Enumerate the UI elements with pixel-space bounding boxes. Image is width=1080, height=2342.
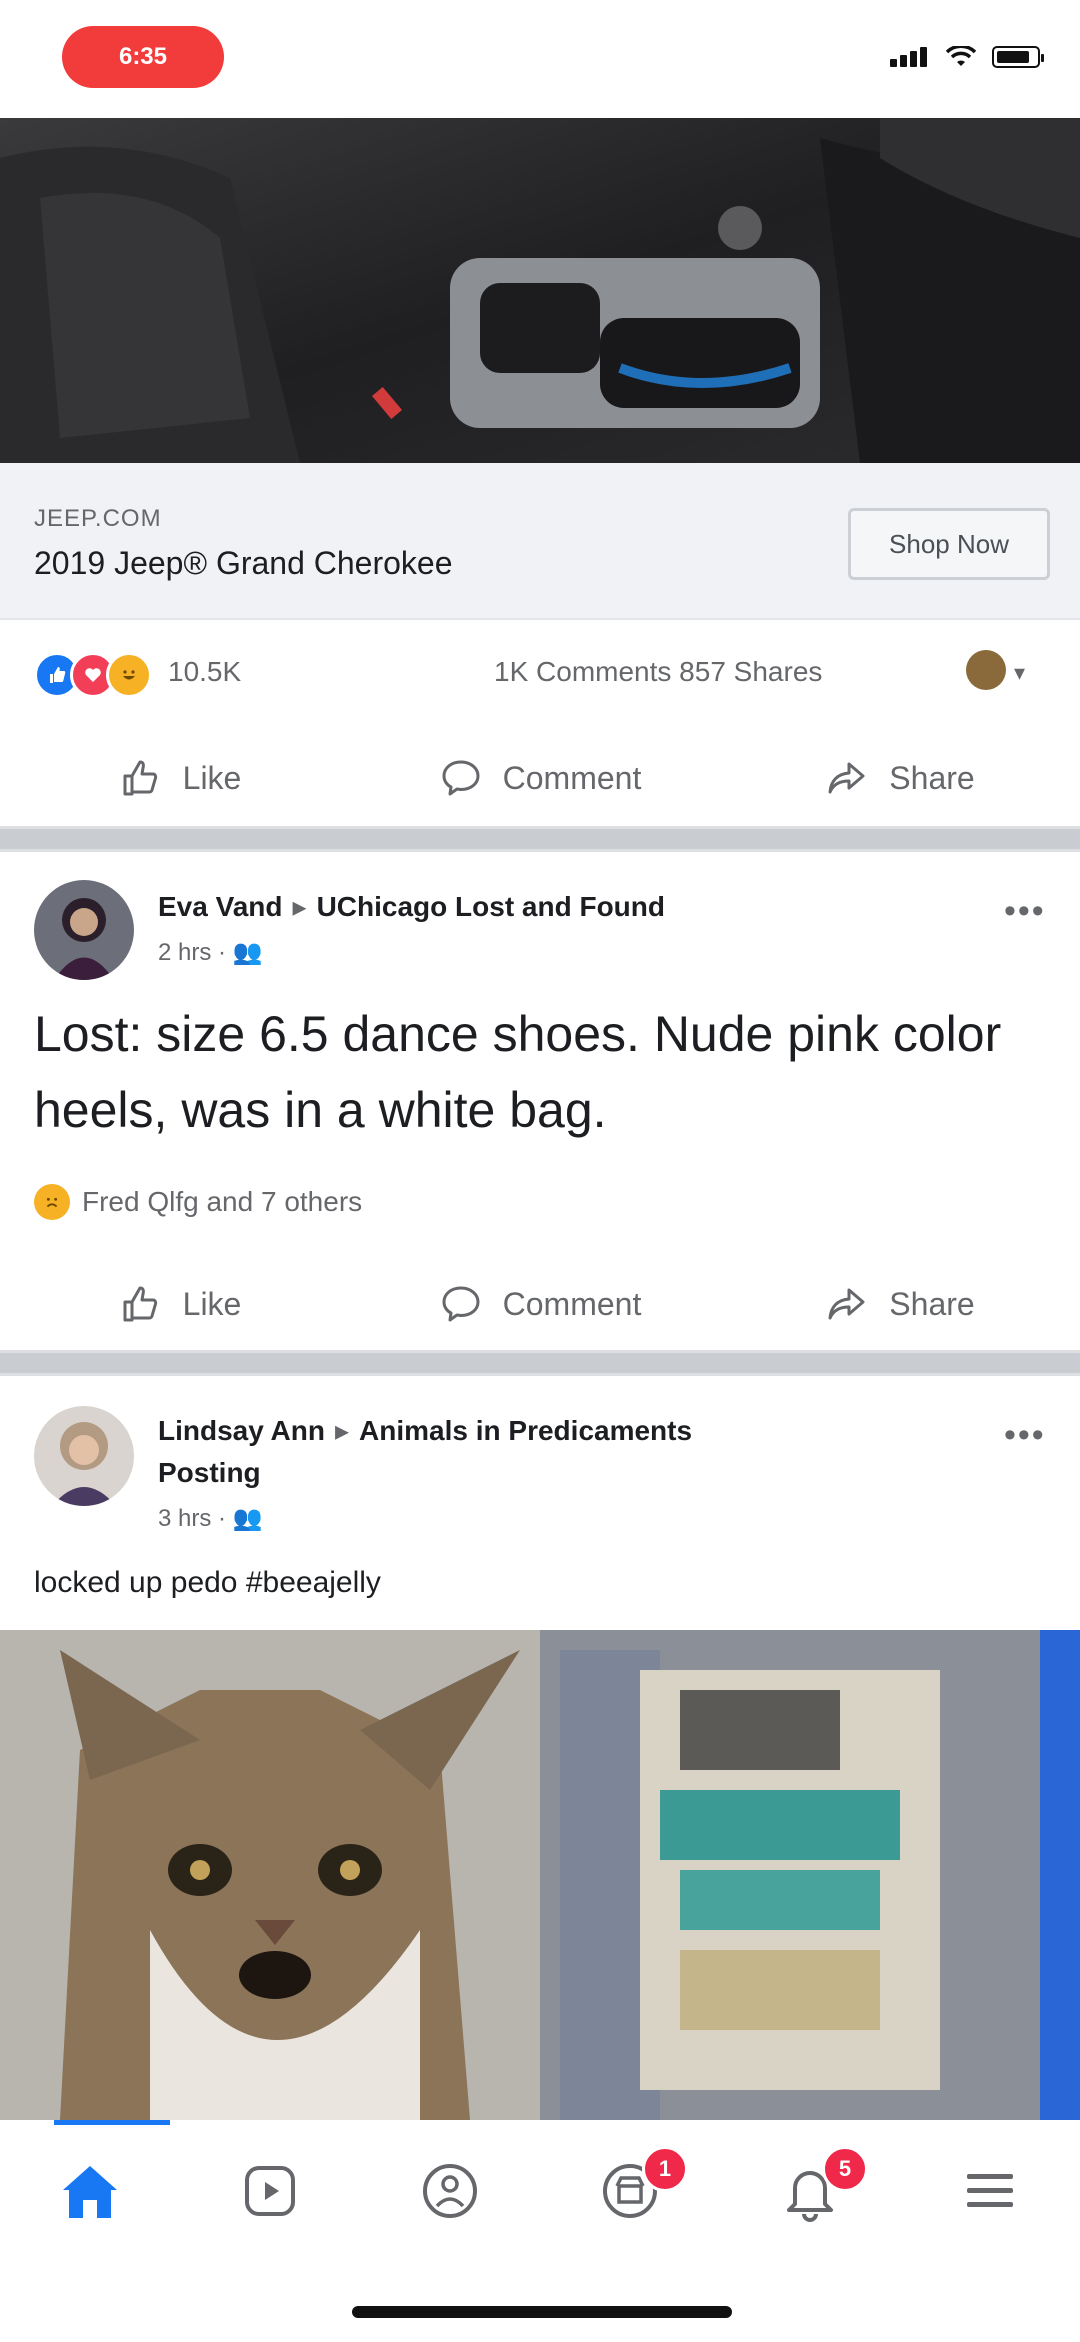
post-header[interactable]: Lindsay Ann ▸ Animals in Predicaments Post… xyxy=(158,1410,978,1494)
groups-icon xyxy=(423,2164,477,2218)
bottom-tab-bar: 1 5 xyxy=(0,2120,1080,2300)
post-author[interactable]: Lindsay Ann xyxy=(158,1415,325,1446)
like-label: Like xyxy=(182,759,242,796)
post-text: locked up pedo #beeajelly xyxy=(34,1566,381,1599)
home-indicator[interactable] xyxy=(352,2306,732,2318)
post-group[interactable]: Animals in Predicaments xyxy=(359,1415,692,1446)
post-photo[interactable] xyxy=(0,1630,1080,2120)
status-icons xyxy=(890,46,1044,68)
haha-reaction-icon xyxy=(106,652,152,698)
status-time[interactable]: 6:35 xyxy=(62,26,224,88)
chevron-down-icon[interactable]: ▾ xyxy=(1014,660,1025,686)
more-options-icon[interactable]: ••• xyxy=(1004,1416,1046,1455)
post-action-bar: Like Comment Share xyxy=(0,1254,1080,1354)
share-button[interactable]: Share xyxy=(720,1254,1080,1354)
ad-domain: JEEP.COM xyxy=(34,505,162,532)
post-meta: 3 hrs · 👥 xyxy=(158,1505,263,1532)
like-button[interactable]: Like xyxy=(0,728,360,828)
reaction-icons[interactable] xyxy=(34,652,152,698)
members-icon: 👥 xyxy=(232,1505,263,1532)
arrow-right-icon: ▸ xyxy=(292,891,307,922)
reactions-text: Fred Qlfg and 7 others xyxy=(82,1186,363,1217)
post-header[interactable]: Eva Vand ▸ UChicago Lost and Found xyxy=(158,886,665,928)
thumbs-up-icon xyxy=(123,1286,157,1322)
ad-action-bar: Like Comment Share xyxy=(0,728,1080,828)
feed-separator xyxy=(0,1350,1080,1376)
notifications-badge: 5 xyxy=(822,2146,868,2192)
tab-watch[interactable] xyxy=(180,2120,360,2300)
more-options-icon[interactable]: ••• xyxy=(1004,892,1046,931)
share-icon xyxy=(828,762,865,794)
ad-comments-shares[interactable]: 1K Comments 857 Shares xyxy=(494,656,822,688)
comment-label: Comment xyxy=(502,1285,642,1322)
comment-button[interactable]: Comment xyxy=(360,728,720,828)
home-icon xyxy=(63,2166,117,2218)
shop-now-button[interactable]: Shop Now xyxy=(848,508,1050,580)
thumbs-up-icon xyxy=(123,760,157,796)
comment-label: Comment xyxy=(502,759,642,796)
comment-icon xyxy=(442,760,480,796)
members-icon: 👥 xyxy=(232,939,263,966)
avatar[interactable] xyxy=(34,1406,134,1506)
feed-separator xyxy=(0,826,1080,852)
comment-button[interactable]: Comment xyxy=(360,1254,720,1354)
arrow-right-icon: ▸ xyxy=(334,1415,350,1446)
tab-notifications[interactable]: 5 xyxy=(720,2120,900,2300)
like-label: Like xyxy=(182,1285,242,1322)
post-group[interactable]: UChicago Lost and Found xyxy=(317,891,665,922)
like-button[interactable]: Like xyxy=(0,1254,360,1354)
tab-groups[interactable] xyxy=(360,2120,540,2300)
wifi-icon xyxy=(946,46,976,66)
post-time[interactable]: 2 hrs xyxy=(158,939,211,966)
watch-icon xyxy=(245,2166,295,2216)
comment-icon xyxy=(442,1286,480,1322)
share-label: Share xyxy=(889,1285,975,1322)
menu-icon xyxy=(967,2174,1013,2207)
post-reactions-summary[interactable]: Fred Qlfg and 7 others xyxy=(34,1184,362,1220)
share-button[interactable]: Share xyxy=(720,728,1080,828)
sad-reaction-icon xyxy=(34,1184,70,1220)
post-group-line2[interactable]: Posting xyxy=(158,1457,261,1488)
active-tab-indicator xyxy=(54,2120,170,2125)
marketplace-badge: 1 xyxy=(642,2146,688,2192)
ad-image[interactable] xyxy=(0,118,1080,463)
viewer-avatar[interactable] xyxy=(966,650,1006,690)
ad-reaction-count[interactable]: 10.5K xyxy=(168,656,241,688)
post-meta: 2 hrs · 👥 xyxy=(158,939,263,966)
battery-icon xyxy=(992,46,1044,68)
tab-home[interactable] xyxy=(0,2120,180,2300)
post-text: Lost: size 6.5 dance shoes. Nude pink co… xyxy=(34,1006,1002,1138)
post-author[interactable]: Eva Vand xyxy=(158,891,283,922)
ad-title[interactable]: 2019 Jeep® Grand Cherokee xyxy=(34,545,453,582)
tab-menu[interactable] xyxy=(900,2120,1080,2300)
signal-icon xyxy=(890,47,930,67)
post-time[interactable]: 3 hrs xyxy=(158,1505,211,1532)
avatar[interactable] xyxy=(34,880,134,980)
share-icon xyxy=(828,1288,865,1320)
tab-marketplace[interactable]: 1 xyxy=(540,2120,720,2300)
share-label: Share xyxy=(889,759,975,796)
